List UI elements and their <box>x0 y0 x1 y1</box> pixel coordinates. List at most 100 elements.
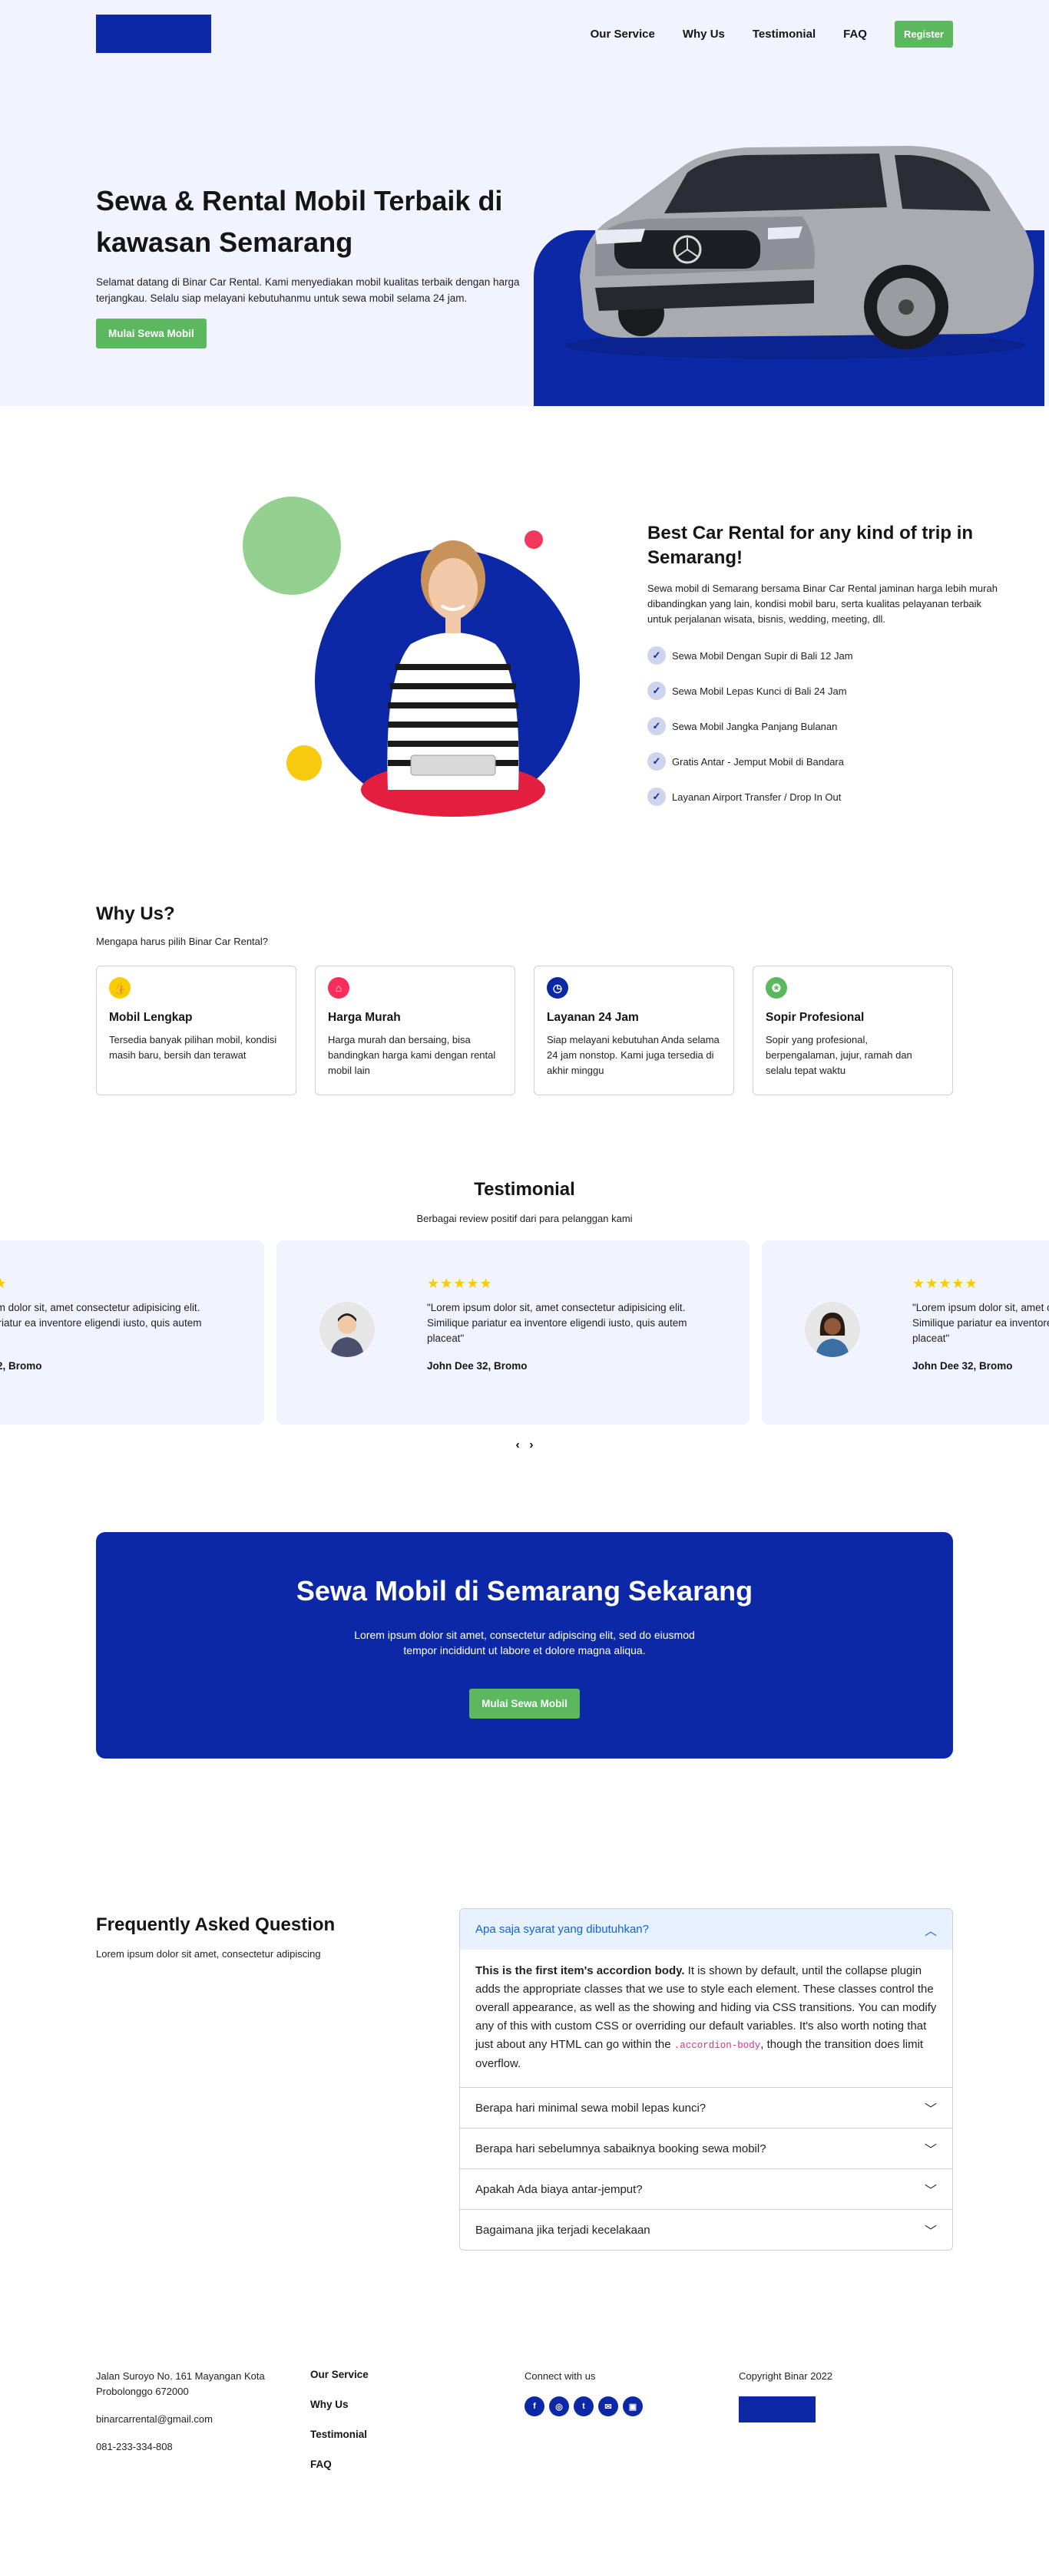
logo[interactable] <box>96 15 211 53</box>
check-icon: ✓ <box>647 752 666 771</box>
why-card-title: Harga Murah <box>328 1011 401 1024</box>
why-us-title: Why Us? <box>96 903 175 924</box>
avatar <box>319 1302 375 1357</box>
hero-text: Sewa & Rental Mobil Terbaik di kawasan S… <box>96 180 526 348</box>
service-item-label: Gratis Antar - Jemput Mobil di Bandara <box>672 755 844 768</box>
faq-question[interactable]: Berapa hari sebelumnya sabaiknya booking… <box>460 2128 952 2168</box>
service-item: ✓ Layanan Airport Transfer / Drop In Out <box>647 779 1001 814</box>
award-icon: ✪ <box>766 977 787 999</box>
why-card-text: Siap melayani kebutuhan Anda selama 24 j… <box>547 1034 720 1076</box>
carousel-controls: ‹ › <box>0 1438 1049 1452</box>
testimonial-quote: "Lorem ipsum dolor sit, amet consectetur… <box>0 1302 202 1329</box>
testimonial-author: John Dee 32, Bromo <box>912 1360 1013 1372</box>
faq-question-open[interactable]: Apa saja syarat yang dibutuhkan? ︿ <box>460 1909 952 1950</box>
footer: Jalan Suroyo No. 161 Mayangan Kota Probo… <box>96 2369 953 2576</box>
footer-phone: 081-233-334-808 <box>96 2441 173 2452</box>
why-card: 👍 Mobil Lengkap Tersedia banyak pilihan … <box>96 966 296 1095</box>
chevron-left-icon[interactable]: ‹ <box>515 1438 519 1451</box>
testimonial-author: John Dee 32, Bromo <box>0 1360 42 1372</box>
woman-image <box>361 540 545 817</box>
instagram-icon[interactable]: ◎ <box>549 2396 569 2416</box>
footer-link-why-us[interactable]: Why Us <box>310 2399 524 2410</box>
service-item-label: Sewa Mobil Lepas Kunci di Bali 24 Jam <box>672 685 847 697</box>
faq-question[interactable]: Bagaimana jika terjadi kecelakaan ﹀ <box>460 2209 952 2250</box>
cta-banner: Sewa Mobil di Semarang Sekarang Lorem ip… <box>96 1532 953 1759</box>
nav-faq[interactable]: FAQ <box>843 28 867 41</box>
faq-question-label: Apakah Ada biaya antar-jemput? <box>475 2182 643 2196</box>
chevron-down-icon: ﹀ <box>924 2144 937 2157</box>
chevron-down-icon: ﹀ <box>924 2103 937 2116</box>
service-item-label: Sewa Mobil Dengan Supir di Bali 12 Jam <box>672 649 853 662</box>
why-card: ✪ Sopir Profesional Sopir yang profesion… <box>753 966 953 1095</box>
footer-link-testimonial[interactable]: Testimonial <box>310 2429 524 2440</box>
why-card-text: Sopir yang profesional, berpengalaman, j… <box>766 1034 912 1076</box>
faq-question-label: Berapa hari minimal sewa mobil lepas kun… <box>475 2101 707 2115</box>
testimonial-carousel[interactable]: ★★★★★ "Lorem ipsum dolor sit, amet conse… <box>0 1240 1049 1425</box>
faq-answer-bold: This is the first item's accordion body. <box>475 1964 685 1977</box>
twitch-icon[interactable]: ▣ <box>623 2396 643 2416</box>
why-card: ◷ Layanan 24 Jam Siap melayani kebutuhan… <box>534 966 734 1095</box>
service-title: Best Car Rental for any kind of trip in … <box>647 523 974 568</box>
faq-section: Frequently Asked Question Lorem ipsum do… <box>96 1908 953 2369</box>
testimonial-section: Testimonial Berbagai review positif dari… <box>0 1179 1049 1532</box>
nav-testimonial[interactable]: Testimonial <box>753 28 816 41</box>
thumbs-up-icon: 👍 <box>109 977 131 999</box>
testimonial-subtitle: Berbagai review positif dari para pelang… <box>416 1213 633 1224</box>
why-card-text: Harga murah dan bersaing, bisa bandingka… <box>328 1034 496 1076</box>
service-item: ✓ Sewa Mobil Lepas Kunci di Bali 24 Jam <box>647 673 1001 708</box>
mail-icon[interactable]: ✉ <box>598 2396 618 2416</box>
footer-address: Jalan Suroyo No. 161 Mayangan Kota Probo… <box>96 2370 265 2397</box>
service-description: Sewa mobil di Semarang bersama Binar Car… <box>647 583 998 625</box>
cta-title: Sewa Mobil di Semarang Sekarang <box>296 1575 753 1607</box>
rating-stars: ★★★★★ <box>0 1276 8 1291</box>
our-service-section: Best Car Rental for any kind of trip in … <box>96 406 998 876</box>
testimonial-quote: "Lorem ipsum dolor sit, amet consectetur… <box>912 1302 1049 1344</box>
rating-stars: ★★★★★ <box>427 1276 493 1291</box>
faq-question-label: Bagaimana jika terjadi kecelakaan <box>475 2223 650 2237</box>
why-card-text: Tersedia banyak pilihan mobil, kondisi m… <box>109 1034 277 1061</box>
testimonial-title: Testimonial <box>474 1179 575 1200</box>
hero-section: Our Service Why Us Testimonial FAQ Regis… <box>0 0 1049 406</box>
car-image <box>564 146 1034 359</box>
testimonial-quote: "Lorem ipsum dolor sit, amet consectetur… <box>427 1302 687 1344</box>
facebook-icon[interactable]: f <box>524 2396 544 2416</box>
faq-question-label: Apa saja syarat yang dibutuhkan? <box>475 1923 649 1936</box>
check-icon: ✓ <box>647 788 666 806</box>
why-card-title: Sopir Profesional <box>766 1011 865 1024</box>
footer-logo[interactable] <box>739 2396 816 2422</box>
service-list: ✓ Sewa Mobil Dengan Supir di Bali 12 Jam … <box>647 638 1001 814</box>
chevron-down-icon: ﹀ <box>924 2225 937 2238</box>
chevron-right-icon[interactable]: › <box>529 1438 533 1451</box>
service-item: ✓ Sewa Mobil Dengan Supir di Bali 12 Jam <box>647 638 1001 673</box>
footer-connect: Connect with us <box>524 2370 596 2382</box>
cta-section: Sewa Mobil di Semarang Sekarang Lorem ip… <box>0 1532 1049 1908</box>
nav-our-service[interactable]: Our Service <box>591 28 655 41</box>
testimonial-card: ★★★★★ "Lorem ipsum dolor sit, amet conse… <box>0 1240 264 1425</box>
faq-accordion: Apa saja syarat yang dibutuhkan? ︿ This … <box>459 1908 953 2251</box>
hero-title: Sewa & Rental Mobil Terbaik di kawasan S… <box>96 185 503 258</box>
why-us-subtitle: Mengapa harus pilih Binar Car Rental? <box>96 936 269 947</box>
why-card-title: Mobil Lengkap <box>109 1011 193 1024</box>
faq-question[interactable]: Berapa hari minimal sewa mobil lepas kun… <box>460 2087 952 2128</box>
why-card-title: Layanan 24 Jam <box>547 1011 639 1024</box>
register-button[interactable]: Register <box>894 20 953 48</box>
cta-rent-button[interactable]: Mulai Sewa Mobil <box>469 1689 580 1719</box>
rating-stars: ★★★★★ <box>912 1276 978 1291</box>
twitter-icon[interactable]: t <box>574 2396 594 2416</box>
testimonial-card: ★★★★★ "Lorem ipsum dolor sit, amet conse… <box>276 1240 750 1425</box>
nav-why-us[interactable]: Why Us <box>683 28 725 41</box>
hero-description: Selamat datang di Binar Car Rental. Kami… <box>96 276 520 304</box>
chevron-up-icon: ︿ <box>924 1924 937 1938</box>
footer-link-faq[interactable]: FAQ <box>310 2459 524 2470</box>
faq-question-label: Berapa hari sebelumnya sabaiknya booking… <box>475 2142 766 2155</box>
hero-rent-button[interactable]: Mulai Sewa Mobil <box>96 319 207 348</box>
service-item-label: Sewa Mobil Jangka Panjang Bulanan <box>672 720 838 732</box>
why-card: ⌂ Harga Murah Harga murah dan bersaing, … <box>315 966 515 1095</box>
why-us-section: Why Us? Mengapa harus pilih Binar Car Re… <box>96 876 953 1179</box>
faq-question[interactable]: Apakah Ada biaya antar-jemput? ﹀ <box>460 2168 952 2209</box>
faq-subtitle: Lorem ipsum dolor sit amet, consectetur … <box>96 1948 321 1960</box>
check-icon: ✓ <box>647 682 666 700</box>
service-item: ✓ Gratis Antar - Jemput Mobil di Bandara <box>647 744 1001 779</box>
service-item: ✓ Sewa Mobil Jangka Panjang Bulanan <box>647 708 1001 744</box>
footer-email: binarcarrental@gmail.com <box>96 2413 213 2425</box>
